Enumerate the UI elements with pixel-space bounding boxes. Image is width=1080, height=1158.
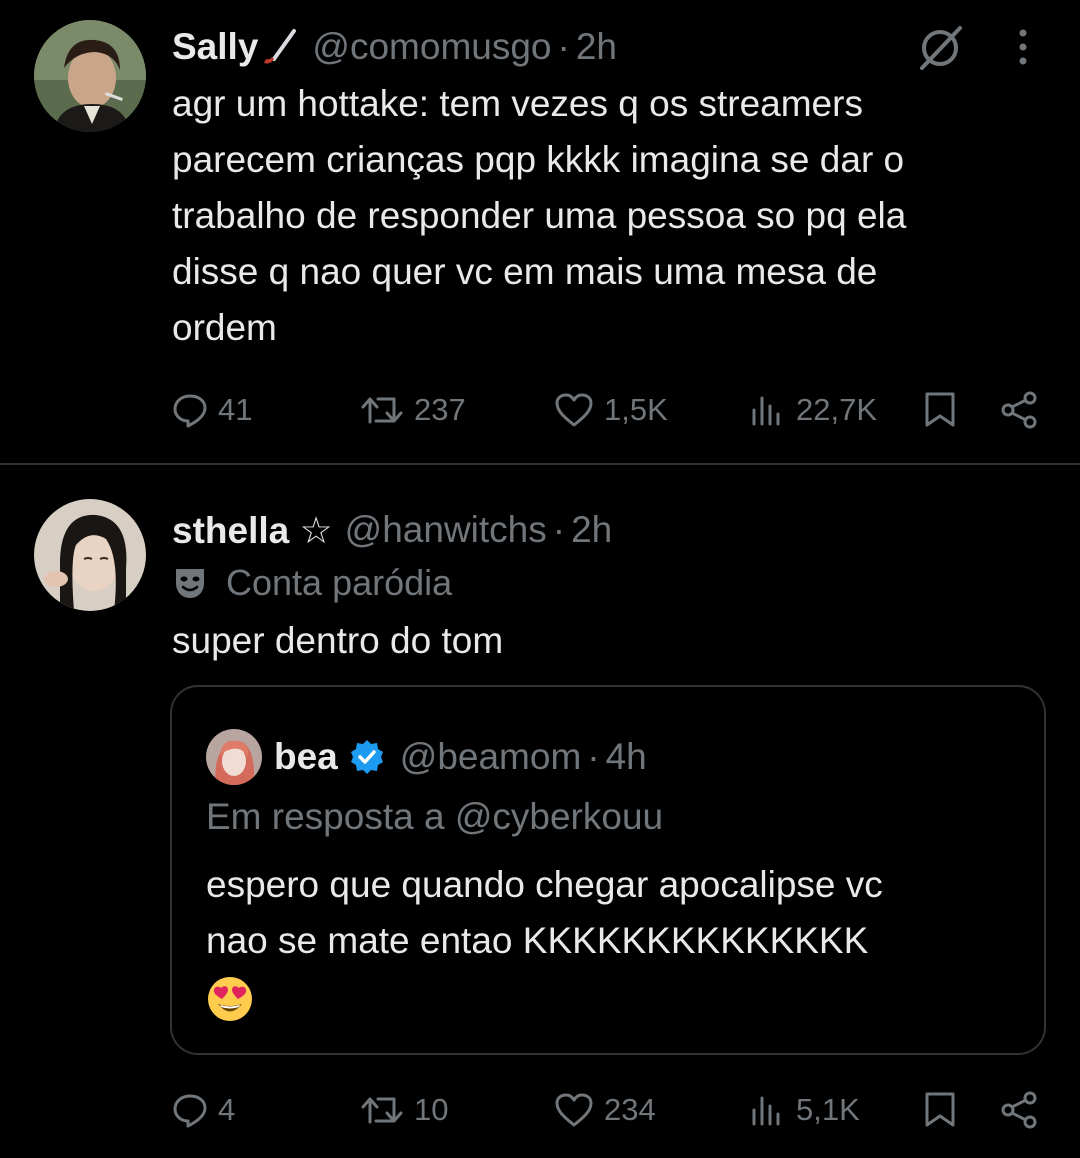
- views-icon: [752, 1096, 780, 1126]
- tweet-text-line: disse q nao quer vc em mais uma mesa de: [172, 251, 878, 292]
- quote-header: bea @beamom · 4h: [274, 727, 647, 787]
- tweet[interactable]: Sally @comomusgo · 2h agr um hottake: te…: [0, 0, 1080, 463]
- parody-text: Conta paródia: [226, 562, 453, 603]
- verified-badge-icon: [350, 740, 383, 774]
- tweet-text-line: trabalho de responder uma pessoa so pq e…: [172, 195, 907, 236]
- reply-context[interactable]: Em resposta a @cyberkouu: [206, 789, 663, 845]
- quote-avatar[interactable]: [206, 729, 262, 785]
- quote-text-line: nao se mate entao KKKKKKKKKKKKKK: [206, 920, 869, 961]
- like-button[interactable]: 1,5K: [554, 380, 668, 440]
- quote-timestamp[interactable]: 4h: [606, 736, 647, 778]
- action-bar: 4 10 234 5,1K: [0, 1080, 1080, 1140]
- hockey-stick-icon: [260, 27, 300, 67]
- quote-text: espero que quando chegar apocalipse vc n…: [206, 857, 1026, 969]
- tweet-text-line: ordem: [172, 307, 277, 348]
- heart-icon: [555, 1093, 593, 1127]
- like-count: 1,5K: [604, 392, 668, 427]
- avatar[interactable]: [34, 20, 146, 132]
- tweet[interactable]: sthella ☆ @hanwitchs · 2h Conta paródia …: [0, 465, 1080, 1158]
- tweet-header: sthella ☆ @hanwitchs · 2h: [172, 505, 612, 555]
- reply-count: 4: [218, 1092, 236, 1127]
- bookmark-button[interactable]: [922, 1080, 958, 1140]
- retweet-button[interactable]: 237: [360, 380, 466, 440]
- views-count: 22,7K: [796, 392, 878, 427]
- views-button[interactable]: 5,1K: [750, 1080, 860, 1140]
- quoted-tweet[interactable]: bea @beamom · 4h Em resposta a @cyberkou…: [170, 685, 1046, 1055]
- more-options-icon[interactable]: [1013, 27, 1033, 67]
- tweet-text: super dentro do tom: [172, 620, 504, 661]
- bookmark-icon: [925, 1092, 955, 1127]
- views-count: 5,1K: [796, 1092, 860, 1127]
- retweet-button[interactable]: 10: [360, 1080, 448, 1140]
- heart-eyes-emoji-icon: [208, 977, 252, 1021]
- handle[interactable]: @comomusgo: [312, 26, 551, 68]
- display-name[interactable]: Sally: [172, 26, 258, 68]
- reply-button[interactable]: 4: [172, 1080, 235, 1140]
- reply-count: 41: [218, 392, 253, 427]
- quote-handle[interactable]: @beamom: [400, 736, 582, 778]
- timestamp[interactable]: 2h: [571, 509, 612, 551]
- separator: ·: [587, 736, 600, 777]
- share-icon: [1001, 1091, 1037, 1129]
- parody-label: Conta paródia: [172, 561, 452, 605]
- bookmark-icon: [925, 392, 955, 427]
- views-button[interactable]: 22,7K: [750, 380, 877, 440]
- timestamp[interactable]: 2h: [576, 26, 617, 68]
- bookmark-button[interactable]: [922, 380, 958, 440]
- tweet-text: agr um hottake: tem vezes q os streamers…: [172, 76, 1052, 356]
- retweet-icon: [361, 397, 403, 424]
- reply-button[interactable]: 41: [172, 380, 252, 440]
- retweet-count: 237: [414, 392, 466, 427]
- avatar[interactable]: [34, 499, 146, 611]
- handle[interactable]: @hanwitchs: [345, 509, 547, 551]
- quote-text-line: espero que quando chegar apocalipse vc: [206, 864, 883, 905]
- tweet-text-line: parecem crianças pqp kkkk imagina se dar…: [172, 139, 905, 180]
- like-count: 234: [604, 1092, 656, 1127]
- heart-icon: [555, 393, 593, 427]
- share-icon: [1001, 391, 1037, 429]
- display-name[interactable]: sthella ☆: [172, 509, 333, 552]
- theater-mask-icon: [176, 569, 204, 598]
- separator: ·: [552, 509, 566, 550]
- tweet-text-line: agr um hottake: tem vezes q os streamers: [172, 83, 863, 124]
- action-bar: 41 237 1,5K 22,7K: [0, 380, 1080, 440]
- reply-icon: [173, 394, 207, 428]
- reply-icon: [173, 1094, 207, 1128]
- grok-icon[interactable]: [914, 22, 966, 74]
- retweet-count: 10: [414, 1092, 449, 1127]
- share-button[interactable]: [998, 380, 1040, 440]
- quote-display-name[interactable]: bea: [274, 736, 338, 778]
- share-button[interactable]: [998, 1080, 1040, 1140]
- tweet-header: Sally @comomusgo · 2h: [172, 22, 617, 72]
- like-button[interactable]: 234: [554, 1080, 656, 1140]
- views-icon: [752, 396, 780, 426]
- retweet-icon: [361, 1097, 403, 1124]
- separator: ·: [557, 26, 570, 67]
